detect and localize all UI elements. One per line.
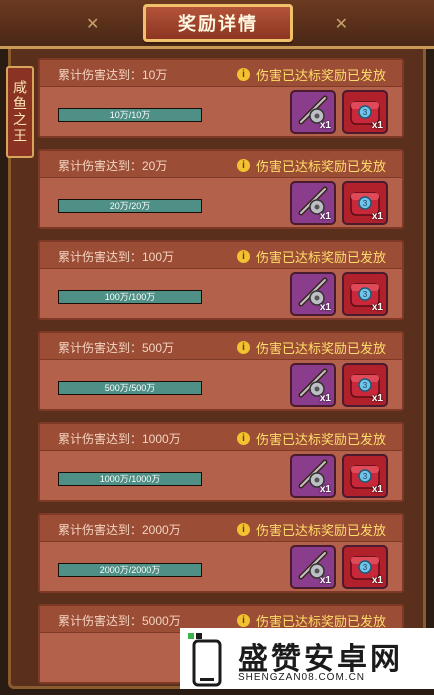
progress-text: 2000万/2000万 <box>99 565 161 575</box>
watermark-logo: 盛赞安卓网 SHENGZAN08.COM.CN <box>180 628 434 689</box>
progress-bar: 500万/500万 <box>58 381 202 395</box>
reward-status: i 伤害已达标奖励已发放 <box>236 247 386 266</box>
reward-items: x1 3 x1 <box>290 545 388 589</box>
reward-red-chest[interactable]: 3 x1 <box>342 272 388 316</box>
card-header: 累计伤害达到：1000万 i 伤害已达标奖励已发放 <box>40 424 402 451</box>
info-icon: i <box>236 68 250 81</box>
damage-requirement: 累计伤害达到：2000万 <box>58 523 181 537</box>
reward-fishing-rod[interactable]: x1 <box>290 181 336 225</box>
progress-bar: 1000万/1000万 <box>58 472 202 486</box>
info-icon: i <box>236 432 250 445</box>
page-title: 奖励详情 <box>143 4 293 42</box>
reward-fishing-rod[interactable]: x1 <box>290 90 336 134</box>
reward-status-text: 伤害已达标奖励已发放 <box>255 159 386 174</box>
reward-quantity: x1 <box>319 120 331 131</box>
damage-requirement: 累计伤害达到：20万 <box>58 159 168 173</box>
progress-bar: 100万/100万 <box>58 290 202 304</box>
reward-red-chest[interactable]: 3 x1 <box>342 545 388 589</box>
reward-status: i 伤害已达标奖励已发放 <box>236 156 386 175</box>
svg-text:3: 3 <box>363 563 368 572</box>
info-icon: i <box>236 523 250 536</box>
reward-red-chest[interactable]: 3 x1 <box>342 181 388 225</box>
info-icon: i <box>236 159 250 172</box>
reward-fishing-rod[interactable]: x1 <box>290 454 336 498</box>
reward-quantity: x1 <box>371 120 383 131</box>
card-header: 累计伤害达到：500万 i 伤害已达标奖励已发放 <box>40 333 402 360</box>
progress-bar: 20万/20万 <box>58 199 202 213</box>
reward-quantity: x1 <box>371 302 383 313</box>
reward-quantity: x1 <box>371 575 383 586</box>
reward-items: x1 3 x1 <box>290 90 388 134</box>
progress-text: 20万/20万 <box>109 201 151 211</box>
svg-text:3: 3 <box>363 199 368 208</box>
reward-red-chest[interactable]: 3 x1 <box>342 454 388 498</box>
reward-status: i 伤害已达标奖励已发放 <box>236 338 386 357</box>
progress-text: 500万/500万 <box>104 383 156 393</box>
reward-quantity: x1 <box>319 484 331 495</box>
reward-status: i 伤害已达标奖励已发放 <box>236 65 386 84</box>
reward-items: x1 3 x1 <box>290 272 388 316</box>
reward-card: 累计伤害达到：20万 i 伤害已达标奖励已发放 20万/20万 x1 3 x1 <box>38 149 404 229</box>
damage-requirement: 累计伤害达到：500万 <box>58 341 175 355</box>
watermark-subtext: SHENGZAN08.COM.CN <box>238 672 366 683</box>
svg-text:3: 3 <box>363 108 368 117</box>
svg-text:3: 3 <box>363 381 368 390</box>
info-icon: i <box>236 341 250 354</box>
damage-requirement: 累计伤害达到：10万 <box>58 68 168 82</box>
fish-icon: ✕ <box>86 16 100 33</box>
reward-status: i 伤害已达标奖励已发放 <box>236 429 386 448</box>
reward-quantity: x1 <box>319 302 331 313</box>
damage-requirement: 累计伤害达到：5000万 <box>58 614 181 628</box>
svg-text:3: 3 <box>363 290 368 299</box>
phone-logo-icon <box>188 633 222 687</box>
card-header: 累计伤害达到：20万 i 伤害已达标奖励已发放 <box>40 151 402 178</box>
info-icon: i <box>236 250 250 263</box>
reward-status-text: 伤害已达标奖励已发放 <box>255 250 386 265</box>
reward-quantity: x1 <box>319 211 331 222</box>
reward-items: x1 3 x1 <box>290 454 388 498</box>
reward-card: 累计伤害达到：2000万 i 伤害已达标奖励已发放 2000万/2000万 x1 3 x1 <box>38 513 404 593</box>
reward-red-chest[interactable]: 3 x1 <box>342 363 388 407</box>
reward-red-chest[interactable]: 3 x1 <box>342 90 388 134</box>
progress-text: 1000万/1000万 <box>99 474 161 484</box>
reward-status-text: 伤害已达标奖励已发放 <box>255 68 386 83</box>
damage-requirement: 累计伤害达到：1000万 <box>58 432 181 446</box>
reward-quantity: x1 <box>371 211 383 222</box>
reward-status-text: 伤害已达标奖励已发放 <box>255 432 386 447</box>
progress-text: 10万/10万 <box>109 110 151 120</box>
card-header: 累计伤害达到：100万 i 伤害已达标奖励已发放 <box>40 242 402 269</box>
fish-icon: ✕ <box>334 16 348 33</box>
reward-items: x1 3 x1 <box>290 181 388 225</box>
reward-fishing-rod[interactable]: x1 <box>290 272 336 316</box>
reward-status-text: 伤害已达标奖励已发放 <box>255 341 386 356</box>
reward-quantity: x1 <box>371 393 383 404</box>
reward-fishing-rod[interactable]: x1 <box>290 363 336 407</box>
reward-status: i 伤害已达标奖励已发放 <box>236 520 386 539</box>
reward-quantity: x1 <box>319 575 331 586</box>
damage-requirement: 累计伤害达到：100万 <box>58 250 175 264</box>
reward-card: 累计伤害达到：10万 i 伤害已达标奖励已发放 10万/10万 x1 3 x1 <box>38 58 404 138</box>
reward-card: 累计伤害达到：100万 i 伤害已达标奖励已发放 100万/100万 x1 3 x1 <box>38 240 404 320</box>
card-header: 累计伤害达到：2000万 i 伤害已达标奖励已发放 <box>40 515 402 542</box>
reward-items: x1 3 x1 <box>290 363 388 407</box>
progress-bar: 10万/10万 <box>58 108 202 122</box>
top-bar: ✕ 奖励详情 ✕ <box>0 0 434 49</box>
card-header: 累计伤害达到：10万 i 伤害已达标奖励已发放 <box>40 60 402 87</box>
progress-bar: 2000万/2000万 <box>58 563 202 577</box>
info-icon: i <box>236 614 250 627</box>
svg-text:3: 3 <box>363 472 368 481</box>
reward-card: 累计伤害达到：1000万 i 伤害已达标奖励已发放 1000万/1000万 x1 3 x1 <box>38 422 404 502</box>
reward-fishing-rod[interactable]: x1 <box>290 545 336 589</box>
reward-status-text: 伤害已达标奖励已发放 <box>255 523 386 538</box>
reward-quantity: x1 <box>371 484 383 495</box>
reward-quantity: x1 <box>319 393 331 404</box>
side-tab-xianyu-king[interactable]: 咸鱼之王 <box>6 66 34 158</box>
reward-list[interactable]: 累计伤害达到：10万 i 伤害已达标奖励已发放 10万/10万 x1 3 x1 累计伤害达到：… <box>38 58 404 695</box>
progress-text: 100万/100万 <box>104 292 156 302</box>
reward-card: 累计伤害达到：500万 i 伤害已达标奖励已发放 500万/500万 x1 3 x1 <box>38 331 404 411</box>
